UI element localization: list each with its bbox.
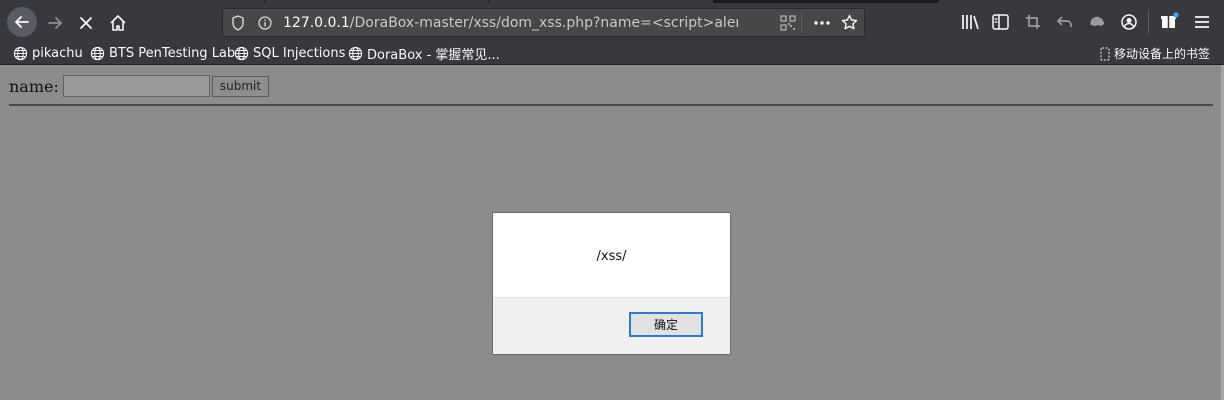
- forward-icon: [48, 17, 63, 29]
- info-icon[interactable]: [258, 16, 272, 30]
- stop-icon: [80, 17, 92, 29]
- bookmark-pikachu[interactable]: pikachu: [13, 45, 83, 62]
- stop-button[interactable]: [72, 9, 100, 37]
- star-icon[interactable]: [841, 14, 858, 31]
- ok-button[interactable]: 确定: [629, 312, 703, 337]
- url-bar-separator: [801, 13, 802, 33]
- folder-icon: [1100, 47, 1110, 60]
- bookmarks-bar: pikachu BTS PenTesting Lab SQL Injection…: [0, 42, 1224, 65]
- name-input[interactable]: [62, 75, 210, 97]
- account-icon[interactable]: [1121, 14, 1137, 30]
- horizontal-rule: [9, 104, 1213, 106]
- menu-icon[interactable]: [1194, 15, 1210, 29]
- alert-message: /xss/: [596, 249, 627, 264]
- globe-icon: [348, 46, 363, 61]
- bookmark-label: BTS PenTesting Lab: [109, 46, 236, 61]
- shield-icon: [232, 15, 244, 31]
- alert-footer: 确定: [493, 297, 730, 354]
- qr-code-icon[interactable]: [780, 15, 796, 31]
- library-icon[interactable]: [961, 14, 979, 30]
- alert-dialog: /xss/ 确定: [492, 212, 731, 355]
- globe-icon: [234, 46, 249, 61]
- gift-icon[interactable]: [1160, 12, 1179, 30]
- undo-icon[interactable]: [1057, 15, 1073, 29]
- sidebar-icon[interactable]: [992, 14, 1009, 30]
- home-button[interactable]: [104, 9, 132, 37]
- bookmark-sql-injections[interactable]: SQL Injections: [234, 45, 345, 62]
- name-form: name: submit: [9, 75, 270, 97]
- name-label: name:: [9, 76, 59, 96]
- globe-icon: [13, 46, 28, 61]
- back-icon: [14, 16, 29, 28]
- mobile-bookmarks[interactable]: 移动设备上的书签: [1100, 45, 1210, 62]
- url-bar[interactable]: 127.0.0.1/DoraBox-master/xss/dom_xss.php…: [222, 8, 865, 37]
- bookmark-bts-pentesting-lab[interactable]: BTS PenTesting Lab: [90, 45, 235, 62]
- extension-icon[interactable]: [1088, 14, 1106, 30]
- url-text[interactable]: 127.0.0.1/DoraBox-master/xss/dom_xss.php…: [283, 15, 738, 31]
- toolbar-separator: [1148, 10, 1149, 34]
- url-host: 127.0.0.1: [283, 15, 350, 31]
- globe-icon: [90, 46, 105, 61]
- back-button[interactable]: [7, 7, 37, 37]
- bookmark-label: SQL Injections: [253, 46, 346, 61]
- url-path: /DoraBox-master/xss/dom_xss.php?name=<sc…: [349, 15, 738, 31]
- tab-strip: [0, 0, 1224, 4]
- bookmark-label: DoraBox - 掌握常见...: [367, 48, 500, 63]
- more-icon[interactable]: [813, 15, 831, 31]
- forward-button[interactable]: [41, 9, 69, 37]
- bookmark-label: pikachu: [32, 46, 83, 61]
- bookmark-dorabox[interactable]: DoraBox - 掌握常见...: [348, 45, 500, 63]
- home-icon: [110, 15, 126, 31]
- crop-icon[interactable]: [1025, 14, 1041, 30]
- browser-toolbar: 127.0.0.1/DoraBox-master/xss/dom_xss.php…: [0, 0, 1224, 42]
- submit-button[interactable]: submit: [211, 75, 270, 97]
- mobile-bookmarks-label: 移动设备上的书签: [1114, 47, 1211, 61]
